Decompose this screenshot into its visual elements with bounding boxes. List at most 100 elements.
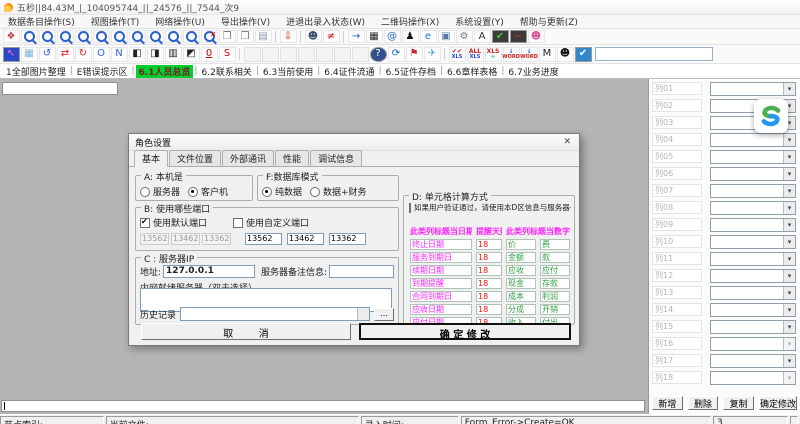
grid-number-cell-2[interactable]: 存款 [540,278,570,289]
column-label-6[interactable]: 列06 [652,167,702,180]
tab-2[interactable]: 6.1人员总览 [136,65,194,78]
grid-number-cell-1[interactable]: 应收 [506,265,536,276]
column-combo-1[interactable]: ▾ [710,82,796,96]
column-combo-17[interactable]: ▾ [710,354,796,368]
history-combobox[interactable] [180,307,370,321]
column-combo-14[interactable]: ▾ [710,303,796,317]
chevron-down-icon[interactable]: ▾ [783,185,795,197]
zoom-icon-4[interactable] [75,30,92,43]
menu-item-1[interactable]: 视图操作(T) [83,15,148,28]
add-button[interactable]: 新增 [652,396,683,410]
chevron-down-icon[interactable]: ▾ [783,83,795,95]
checkbox-default-ports[interactable]: 使用默认端口 [140,216,207,229]
dialog-tab-3[interactable]: 性能 [275,150,309,166]
draw-arrow-icon[interactable]: ↖ [3,47,20,62]
custom-port-2[interactable]: 13462 [287,233,324,245]
ie-icon[interactable]: e [420,30,437,43]
chevron-down-icon[interactable]: ▾ [783,134,795,146]
stamp-icon[interactable]: S [219,47,236,62]
column-label-7[interactable]: 列07 [652,184,702,197]
zoom-icon-9[interactable] [165,30,182,43]
confirm-modify-button-panel[interactable]: 确定修改 [759,396,797,410]
all-xls-icon[interactable]: ALLXLS [467,47,484,62]
custom-port-3[interactable]: 13362 [329,233,366,245]
verify-check-icon[interactable]: ✔ [575,47,592,62]
bottom-edit-field[interactable] [1,400,645,412]
zoom-icon-6[interactable] [111,30,128,43]
column-combo-13[interactable]: ▾ [710,286,796,300]
refresh-icon[interactable]: ⟳ [388,47,405,62]
film-icon[interactable]: ▥ [165,47,182,62]
gear-icon[interactable]: ⚙ [456,30,473,43]
chevron-down-icon[interactable]: ▾ [783,270,795,282]
calendar-icon[interactable]: ▦ [21,47,38,62]
zoom-icon-3[interactable] [57,30,74,43]
tab-6[interactable]: 6.5证件存档 [383,65,439,78]
letter-n-icon[interactable]: N [111,47,128,62]
column-label-17[interactable]: 列17 [652,354,702,367]
redo-icon[interactable]: ↻ [75,47,92,62]
grid-date-cell[interactable]: 应收日期 [410,304,472,315]
chevron-down-icon[interactable] [357,308,369,320]
letter-o-icon[interactable]: O [93,47,110,62]
grid-date-cell[interactable]: 终止日期 [410,239,472,250]
dialog-tab-2[interactable]: 外部通讯 [222,150,274,166]
radio-pure-data[interactable]: 纯数据 [262,185,302,198]
paper-plane-icon[interactable]: ✈ [424,47,441,62]
chevron-down-icon[interactable]: ▾ [783,321,795,333]
grid-number-cell-2[interactable]: 应付 [540,265,570,276]
grid-number-cell-2[interactable]: 费 [540,239,570,250]
zoom-icon-1[interactable] [21,30,38,43]
person-icon[interactable]: ☻ [557,47,574,62]
column-label-13[interactable]: 列13 [652,286,702,299]
column-combo-4[interactable]: ▾ [710,133,796,147]
paste-icon[interactable]: ▤ [255,30,272,43]
close-icon[interactable]: ✕ [561,137,573,147]
chevron-down-icon[interactable]: ▾ [783,151,795,163]
chevron-down-icon[interactable]: ▾ [783,168,795,180]
checkbox-custom-ports[interactable]: 使用自定义端口 [233,216,309,229]
radio-client[interactable]: 客户机 [188,185,228,198]
palette-icon[interactable]: ❖ [3,30,20,43]
radio-server[interactable]: 服务器 [140,185,180,198]
custom-port-1[interactable]: 13562 [245,233,282,245]
menu-item-0[interactable]: 数据条目操作(S) [0,15,83,28]
board-icon-2[interactable]: ◨ [147,47,164,62]
copy-list2-icon[interactable]: ❐ [237,30,254,43]
tab-3[interactable]: 6.2联系相关 [199,65,255,78]
not-equal-icon[interactable]: ≠ [323,30,340,43]
checkbox-use-d-info[interactable]: 如果用户验证通过，请使用本D区信息与服务器一致 [409,202,571,213]
chevron-down-icon[interactable]: ▾ [783,202,795,214]
column-label-18[interactable]: 列18 [652,371,702,384]
binoculars-icon[interactable]: M [539,47,556,62]
grid-days-cell[interactable]: 18 [476,239,502,250]
left-cell-field[interactable] [2,82,118,95]
copy-list-icon[interactable]: ❐ [219,30,236,43]
column-label-15[interactable]: 列15 [652,320,702,333]
mask-icon[interactable]: ☻ [305,30,322,43]
column-label-9[interactable]: 列09 [652,218,702,231]
tab-1[interactable]: E错误提示区 [74,65,131,78]
chevron-down-icon[interactable]: ▾ [783,304,795,316]
column-label-16[interactable]: 列16 [652,337,702,350]
column-label-14[interactable]: 列14 [652,303,702,316]
column-combo-12[interactable]: ▾ [710,269,796,283]
column-label-4[interactable]: 列04 [652,133,702,146]
address-input[interactable]: 127.0.0.1 [163,265,255,278]
check-xls-icon[interactable]: ✔✔XLS [449,47,466,62]
operator-icon[interactable]: ☻ [528,30,545,43]
menu-item-4[interactable]: 进退出录入状态(W) [278,15,373,28]
import-down-icon[interactable]: ⇩ [280,30,297,43]
tab-0[interactable]: 1全部图片整理 [3,65,69,78]
tab-4[interactable]: 6.3当前使用 [260,65,316,78]
column-combo-5[interactable]: ▾ [710,150,796,164]
column-label-8[interactable]: 列08 [652,201,702,214]
chevron-down-icon[interactable]: ▾ [783,355,795,367]
dialog-tab-4[interactable]: 调试信息 [310,150,362,166]
chevron-down-icon[interactable]: ▾ [783,253,795,265]
grid-days-cell[interactable]: 18 [476,304,502,315]
grid-number-cell-2[interactable]: 款 [540,252,570,263]
confirm-circle-icon[interactable]: ✔ [492,30,509,43]
grid-number-cell-2[interactable]: 开销 [540,304,570,315]
column-label-1[interactable]: 列01 [652,82,702,95]
